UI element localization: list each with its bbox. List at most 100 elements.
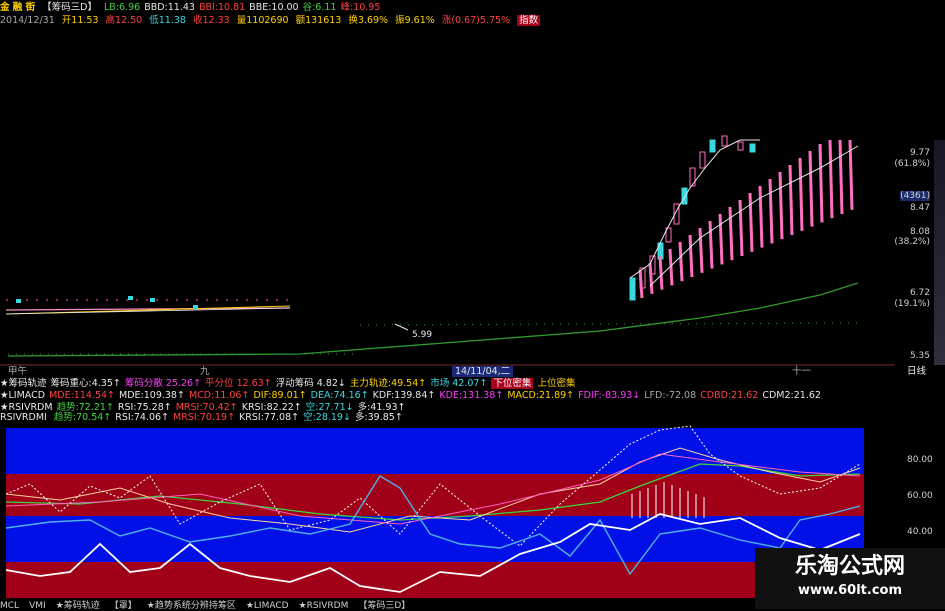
formula-tab[interactable]: MCL <box>0 601 19 611</box>
watermark-url: www.60lt.com <box>797 583 903 598</box>
x-label-right: 十一 <box>792 366 812 377</box>
low-annotation-arrow <box>394 323 409 331</box>
bull-stripe <box>658 255 664 290</box>
info-value: 主力轨迹:49.54↑ <box>349 378 427 389</box>
info-value: DEA:74.16↑ <box>310 390 369 401</box>
quote-amount: 额131613 <box>295 15 342 26</box>
band-red-upper <box>6 474 864 516</box>
band-red-bottom <box>6 562 864 598</box>
top-indicators: LB:6.96 BBD:11.43 BBI:10.81 BBE:10.00 谷:6.11… <box>104 2 384 13</box>
rsi-panel-title: RSIVRDMI <box>0 412 47 423</box>
info-value: 浮动筹码 4.82↓ <box>275 378 346 389</box>
period-label[interactable]: 日线 <box>907 366 926 377</box>
mid-green-dots <box>359 322 863 326</box>
formula-name[interactable]: 【筹码三D】 <box>42 2 97 13</box>
logo: 金 融 街 <box>0 2 36 13</box>
top-indicator: BBI:10.81 <box>198 2 246 13</box>
header-row-2: 2014/12/31 开11.53 高12.50 低11.38 收12.33 量… <box>0 15 544 26</box>
price-chart[interactable]: 5.99 <box>0 28 895 368</box>
info-value: MRSI:70.19↑ <box>173 412 236 423</box>
info-value: ★LIMACD <box>0 390 46 401</box>
bull-stripe <box>818 143 824 223</box>
info-value: MACD:21.89↑ <box>507 390 575 401</box>
bull-stripe <box>698 227 704 273</box>
bull-stripe <box>678 241 684 282</box>
price-scale: 9.77 (61.8%) (4361) 8.47 8.08 (38.2%) 6.… <box>894 140 936 365</box>
formula-tab[interactable]: ★RSIVRDM <box>299 601 349 611</box>
info-value: 空:28.19↓ <box>303 412 351 423</box>
rsi-tick: 60.00 <box>907 491 933 501</box>
rsi-panel-header: RSIVRDMI 趋势:70.54↑ RSI:74.06↑ MRSI:70.19↑ K… <box>0 412 411 423</box>
bull-stripe <box>718 213 724 265</box>
bull-stripe <box>648 262 654 294</box>
formula-tab[interactable]: 【罩】 <box>110 601 137 611</box>
bull-stripe <box>708 220 714 269</box>
info-value: KDF:139.84↑ <box>372 390 436 401</box>
bull-stripe <box>738 199 744 257</box>
rsi-tick: 80.00 <box>907 455 933 465</box>
candle <box>699 151 706 169</box>
quote-high: 高12.50 <box>105 15 143 26</box>
bull-stripe <box>728 206 734 261</box>
top-indicator: BBE:10.00 <box>249 2 299 13</box>
candle <box>749 143 756 153</box>
x-label-left: 甲午 <box>8 366 28 377</box>
top-indicator: 谷:6.11 <box>302 2 337 13</box>
info-value: MDE:109.38↑ <box>119 390 185 401</box>
candle <box>689 167 696 187</box>
rsi-tick: 40.00 <box>907 527 933 537</box>
info-value: MDE:114.54↑ <box>49 390 116 401</box>
info-value: RSI:74.06↑ <box>115 412 170 423</box>
time-axis-labels: 甲午 九 14/11/04,二 十一 日线 <box>0 366 945 378</box>
price-tick: 9.77 <box>909 148 930 158</box>
bull-stripe <box>778 171 784 240</box>
candle <box>709 139 716 153</box>
info-value: 筹码分散 25.26↑ <box>124 378 202 389</box>
top-indicator: 峰:10.95 <box>340 2 381 13</box>
info-value: DIF:89.01↑ <box>253 390 307 401</box>
info-value: 下位密集 <box>491 378 534 389</box>
info-value: 筹码重心:4.35↑ <box>50 378 121 389</box>
info-value: CDBD:21.62 <box>700 390 759 401</box>
low-annotation: 5.99 <box>412 330 432 340</box>
info-value: KDE:131.38↑ <box>439 390 504 401</box>
info-value: ★筹码轨迹 <box>0 378 47 389</box>
info-value: MCD:11.06↑ <box>188 390 250 401</box>
bull-stripe <box>748 192 754 252</box>
bull-stripe <box>788 164 794 236</box>
index-button[interactable]: 指数 <box>517 15 541 26</box>
info-value: 上位密集 <box>537 378 576 389</box>
formula-tab[interactable]: ★趋势系统分辨持筹区 <box>147 601 236 611</box>
watermark-title: 乐淘公式网 <box>794 554 905 579</box>
formula-tab[interactable]: 【筹码三D】 <box>358 601 410 611</box>
info-row-chip: ★筹码轨迹 筹码重心:4.35↑ 筹码分散 25.26↑ 平分位 12.63↑ 浮动筹码… <box>0 378 579 389</box>
candle <box>721 135 728 147</box>
ma-long-line <box>7 282 859 357</box>
watermark: 乐淘公式网 www.60lt.com <box>755 548 945 609</box>
info-value: 市场 42.07↑ <box>430 378 488 389</box>
bull-stripe <box>798 157 804 231</box>
info-value: KRSI:77.08↑ <box>239 412 300 423</box>
info-value: 多:39.85↑ <box>354 412 403 423</box>
header-row-1: 金 融 街 【筹码三D】 LB:6.96 BBD:11.43 BBI:10.81 BB… <box>0 2 388 13</box>
quote-low: 低11.38 <box>149 15 186 26</box>
info-value: LFD:-72.08 <box>644 390 697 401</box>
candle <box>681 187 688 205</box>
quote-turnover: 换3.69% <box>348 15 389 26</box>
rsi-panel-values: 趋势:70.54↑ RSI:74.06↑ MRSI:70.19↑ KRSI:77.08… <box>54 412 407 423</box>
quote-volume: 量1102690 <box>236 15 289 26</box>
formula-tab[interactable]: VMI <box>29 601 46 611</box>
bull-stripe <box>768 178 774 244</box>
info-value: FDIF:-83.93↓ <box>578 390 641 401</box>
candle <box>737 141 744 151</box>
top-indicator: BBD:11.43 <box>144 2 195 13</box>
bull-stripe <box>758 185 764 248</box>
price-tick: 8.08 <box>909 227 930 237</box>
price-tick: (61.8%) <box>894 159 930 169</box>
info-value: 趋势:70.54↑ <box>53 412 112 423</box>
price-tick: (38.2%) <box>894 237 930 247</box>
formula-tab[interactable]: ★筹码轨迹 <box>56 601 100 611</box>
formula-tab[interactable]: ★LIMACD <box>246 601 289 611</box>
price-tick: 6.72 <box>909 288 930 298</box>
bull-stripe <box>638 269 644 299</box>
